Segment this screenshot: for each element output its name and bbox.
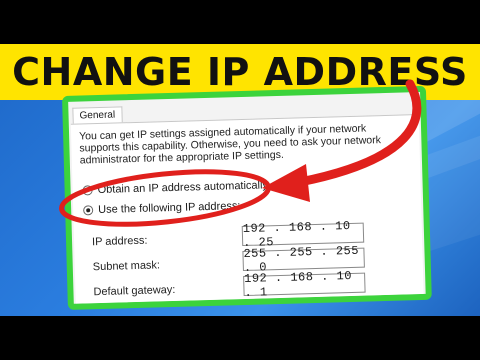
radio-manual-label: Use the following IP address: xyxy=(98,200,241,217)
dialog-description: You can get IP settings assigned automat… xyxy=(78,122,382,167)
radio-button-checked-icon[interactable] xyxy=(83,205,94,216)
tab-general[interactable]: General xyxy=(72,106,123,124)
general-panel: You can get IP settings assigned automat… xyxy=(70,114,424,304)
radio-use-following[interactable]: Use the following IP address: xyxy=(83,200,241,216)
screenshot: CHANGE IP ADDRESS General You can get IP… xyxy=(0,0,480,360)
ipv4-properties-dialog: General You can get IP settings assigned… xyxy=(62,85,432,310)
default-gateway-input[interactable]: 192 . 168 . 10 . 1 xyxy=(243,269,366,300)
subnet-mask-label: Subnet mask: xyxy=(92,259,161,274)
ip-address-label: IP address: xyxy=(91,234,148,249)
radio-obtain-automatically[interactable]: Obtain an IP address automatically xyxy=(82,179,268,196)
dialog-frame: General You can get IP settings assigned… xyxy=(62,85,432,310)
default-gateway-label: Default gateway: xyxy=(93,283,176,299)
radio-button-icon[interactable] xyxy=(82,185,93,196)
ip-address-input[interactable]: 192 . 168 . 10 . 25 xyxy=(241,219,365,250)
subnet-mask-input[interactable]: 255 . 255 . 255 . 0 xyxy=(242,244,365,275)
radio-auto-label: Obtain an IP address automatically xyxy=(97,179,269,197)
